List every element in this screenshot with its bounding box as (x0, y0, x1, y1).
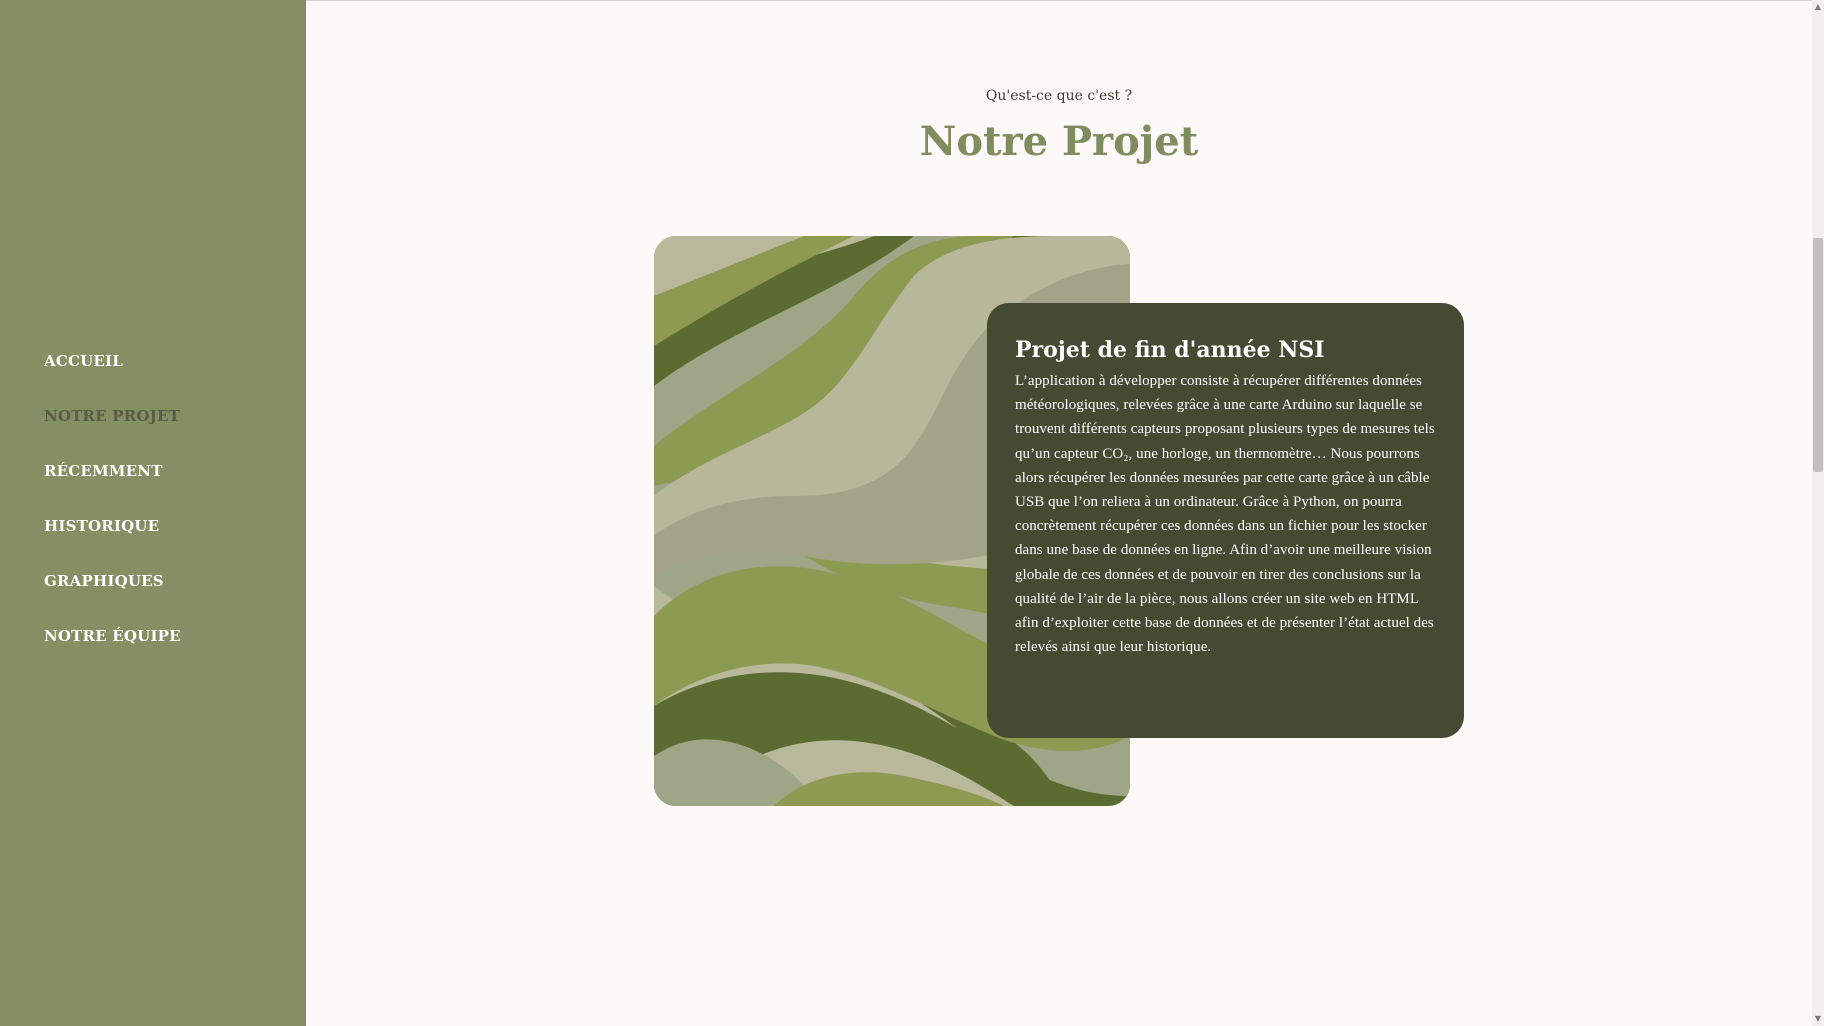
card-body: L’application à développer consiste à ré… (1015, 373, 1435, 656)
nav-item-recemment[interactable]: RÉCEMMENT (44, 460, 163, 482)
scrollbar-thumb[interactable] (1813, 238, 1823, 472)
project-section: Qu'est-ce que c'est ? Notre Projet Proje… (306, 0, 1812, 1026)
project-description-card: Projet de fin d'année NSI L’application … (987, 303, 1464, 738)
sidebar-nav: ACCUEIL NOTRE PROJET RÉCEMMENT HISTORIQU… (44, 350, 181, 680)
nav-item-accueil[interactable]: ACCUEIL (44, 350, 123, 372)
page-scrollbar[interactable]: ▲ ▼ (1812, 0, 1824, 1026)
nav-item-graphiques[interactable]: GRAPHIQUES (44, 570, 164, 592)
nav-item-notre-projet[interactable]: NOTRE PROJET (44, 405, 180, 427)
nav-item-notre-equipe[interactable]: NOTRE ÉQUIPE (44, 625, 181, 647)
scroll-up-arrow-icon[interactable]: ▲ (1812, 0, 1824, 14)
sidebar: ACCUEIL NOTRE PROJET RÉCEMMENT HISTORIQU… (0, 0, 306, 1026)
section-eyebrow: Qu'est-ce que c'est ? (985, 88, 1133, 104)
nav-item-historique[interactable]: HISTORIQUE (44, 515, 159, 537)
card-title: Projet de fin d'année NSI (1015, 337, 1325, 363)
scroll-down-arrow-icon[interactable]: ▼ (1812, 1012, 1824, 1026)
section-title: Notre Projet (919, 118, 1199, 165)
